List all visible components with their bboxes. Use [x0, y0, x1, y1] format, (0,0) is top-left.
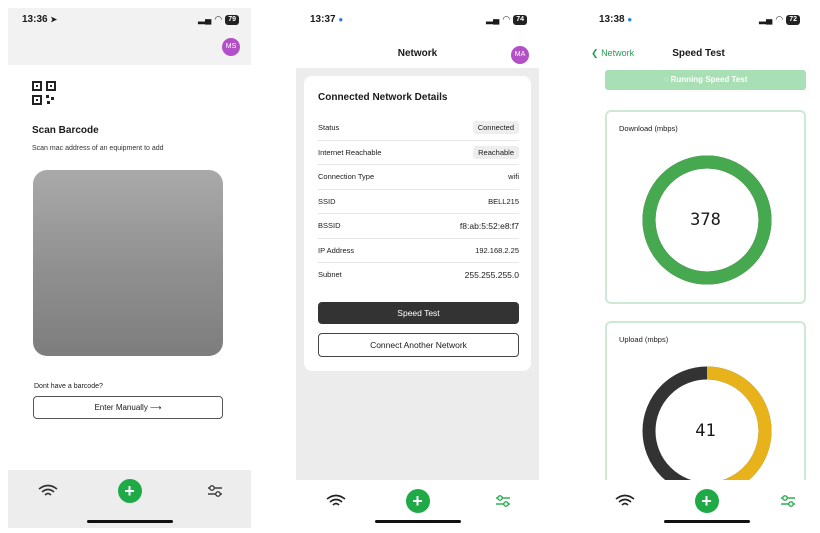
upload-card: Upload (mbps) 41 — [605, 321, 806, 505]
upload-label: Upload (mbps) — [619, 335, 669, 344]
home-indicator — [86, 520, 173, 523]
signal-icon: ▂▄ — [759, 14, 773, 24]
detail-row-internet: Internet Reachable Reachable — [318, 141, 519, 165]
wifi-tab-icon[interactable] — [615, 494, 635, 508]
wifi-status-icon: ◠ — [775, 14, 784, 24]
row-value: wifi — [508, 172, 519, 182]
add-button[interactable]: + — [694, 489, 719, 513]
row-label: Subnet — [318, 270, 342, 280]
status-icons: ▂▄ ◠ 74 — [486, 14, 527, 25]
status-bar: 13:38 ● ▂▄ ◠ 72 — [585, 8, 820, 30]
status-bar: 13:36 ➤ ▂▄ ◠ 79 — [8, 8, 251, 30]
row-label: Connection Type — [318, 172, 375, 182]
running-speed-test-button: ◌ Running Speed Test — [605, 70, 806, 90]
scan-title: Scan Barcode — [32, 125, 99, 136]
detail-row-bssid: BSSID f8:ab:5:52:e8:f7 — [318, 214, 519, 239]
tab-bar: + — [8, 470, 251, 528]
row-label: BSSID — [318, 221, 341, 231]
row-value: f8:ab:5:52:e8:f7 — [459, 220, 519, 231]
speed-test-screen: 13:38 ● ▂▄ ◠ 72 ❮ Network Speed Test ◌ R… — [585, 8, 820, 528]
location-icon: ➤ — [50, 15, 58, 24]
row-value: BELL215 — [488, 196, 519, 206]
add-button[interactable]: + — [117, 479, 142, 503]
add-button[interactable]: + — [405, 489, 430, 513]
detail-row-subnet: Subnet 255.255.255.0 — [318, 263, 519, 287]
network-screen: 13:37 ● ▂▄ ◠ 74 Network MA Connected Net… — [296, 8, 539, 528]
detail-row-ip: IP Address 192.168.2.25 — [318, 239, 519, 263]
settings-sliders-icon[interactable] — [495, 494, 511, 508]
row-value: 255.255.255.0 — [464, 269, 519, 280]
location-icon: ● — [338, 15, 344, 24]
status-icons: ▂▄ ◠ 72 — [759, 14, 800, 25]
camera-preview[interactable] — [33, 170, 223, 356]
battery-icon: 79 — [225, 14, 239, 25]
spinner-icon: ◌ — [663, 75, 669, 84]
scan-panel: Scan Barcode Scan mac address of an equi… — [8, 65, 251, 470]
details-list: Status Connected Internet Reachable Reac… — [318, 116, 519, 287]
tab-bar: + — [585, 480, 820, 528]
status-time: 13:36 — [22, 14, 48, 25]
status-time: 13:37 — [310, 14, 336, 25]
scan-subtitle: Scan mac address of an equipment to add — [32, 145, 164, 152]
settings-sliders-icon[interactable] — [207, 484, 223, 498]
wifi-status-icon: ◠ — [502, 14, 511, 24]
row-value: Connected — [472, 121, 519, 135]
page-title: Network — [397, 48, 438, 59]
wifi-tab-icon[interactable] — [38, 484, 58, 498]
status-icons: ▂▄ ◠ 79 — [198, 14, 239, 25]
settings-sliders-icon[interactable] — [780, 494, 796, 508]
download-label: Download (mbps) — [619, 124, 678, 133]
battery-icon: 72 — [786, 14, 800, 25]
signal-icon: ▂▄ — [486, 14, 500, 24]
page-title: Speed Test — [672, 48, 725, 59]
upload-value: 41 — [695, 421, 716, 441]
no-barcode-label: Dont have a barcode? — [34, 383, 103, 390]
signal-icon: ▂▄ — [198, 14, 212, 24]
row-label: Status — [318, 123, 340, 133]
home-indicator — [663, 520, 750, 523]
avatar[interactable]: MS — [222, 38, 240, 56]
row-value: 192.168.2.25 — [475, 245, 519, 255]
detail-row-status: Status Connected — [318, 116, 519, 141]
row-label: IP Address — [318, 245, 355, 255]
tab-bar: + — [296, 480, 539, 528]
row-value: Reachable — [473, 145, 519, 159]
detail-row-ssid: SSID BELL215 — [318, 190, 519, 214]
row-label: SSID — [318, 196, 336, 206]
home-indicator — [374, 520, 461, 523]
network-details-card: Connected Network Details Status Connect… — [304, 76, 531, 371]
download-value: 378 — [690, 210, 721, 230]
scan-barcode-screen: 13:36 ➤ ▂▄ ◠ 79 MS Scan Barcode Scan mac… — [8, 8, 251, 528]
status-time: 13:38 — [599, 14, 625, 25]
location-icon: ● — [627, 15, 633, 24]
wifi-tab-icon[interactable] — [326, 494, 346, 508]
row-label: Internet Reachable — [318, 147, 382, 157]
connect-another-network-button[interactable]: Connect Another Network — [318, 333, 519, 357]
speed-test-button[interactable]: Speed Test — [318, 302, 519, 324]
detail-row-connection-type: Connection Type wifi — [318, 165, 519, 190]
enter-manually-button[interactable]: Enter Manually ⟶ — [33, 396, 223, 419]
card-title: Connected Network Details — [318, 92, 448, 103]
battery-icon: 74 — [513, 14, 527, 25]
qr-code-icon — [32, 81, 56, 105]
status-bar: 13:37 ● ▂▄ ◠ 74 — [296, 8, 539, 30]
running-label: Running Speed Test — [670, 75, 748, 84]
wifi-status-icon: ◠ — [214, 14, 223, 24]
download-card: Download (mbps) 378 — [605, 110, 806, 304]
avatar[interactable]: MA — [511, 46, 529, 64]
